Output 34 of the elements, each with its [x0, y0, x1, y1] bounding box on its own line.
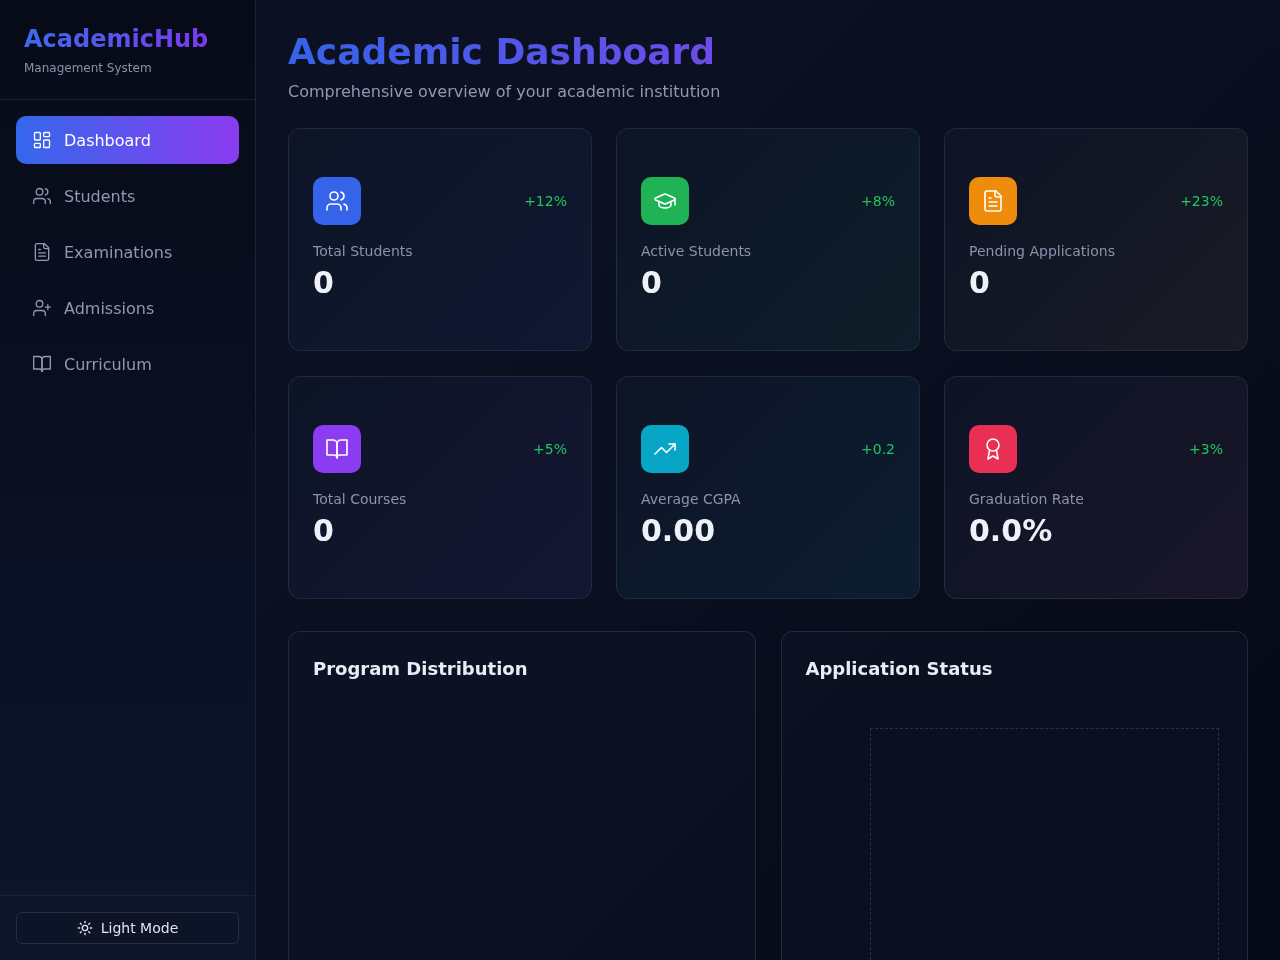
users-icon [32, 186, 52, 206]
stat-label: Average CGPA [641, 491, 741, 507]
stat-change: +23% [1180, 193, 1223, 209]
sun-icon [76, 920, 93, 936]
stat-value: 0.00 [641, 514, 716, 548]
stat-change: +8% [861, 193, 895, 209]
stat-change: +5% [533, 441, 567, 457]
stat-value: 0 [969, 266, 990, 300]
panel-title: Program Distribution [313, 657, 528, 681]
theme-toggle-button[interactable]: Light Mode [16, 912, 239, 944]
stat-label: Total Courses [313, 491, 407, 507]
book-icon [32, 354, 52, 374]
stat-label: Pending Applications [969, 243, 1115, 259]
nav-item[interactable]: Admissions [16, 284, 239, 332]
stat-change: +0.2 [861, 441, 895, 457]
user-plus-icon [32, 298, 52, 318]
stat-label: Active Students [641, 243, 752, 259]
stat-change: +12% [524, 193, 567, 209]
stat-value: 0 [641, 266, 662, 300]
nav-item[interactable]: Students [16, 172, 239, 220]
nav-item[interactable]: Examinations [16, 228, 239, 276]
grid-icon [32, 130, 52, 150]
app-subtitle: Management System [24, 60, 153, 76]
stat-label: Total Students [313, 243, 413, 259]
panel-title: Application Status [805, 657, 993, 681]
stat-label: Graduation Rate [969, 491, 1084, 507]
stat-value: 0.0% [969, 514, 1053, 548]
nav-item[interactable]: Dashboard [16, 116, 239, 164]
document-icon [32, 242, 52, 262]
stat-change: +3% [1189, 441, 1223, 457]
nav-item[interactable]: Curriculum [16, 340, 239, 388]
stat-value: 0 [313, 266, 334, 300]
stat-value: 0 [313, 514, 334, 548]
page-subtitle: Comprehensive overview of your academic institution [288, 82, 721, 102]
